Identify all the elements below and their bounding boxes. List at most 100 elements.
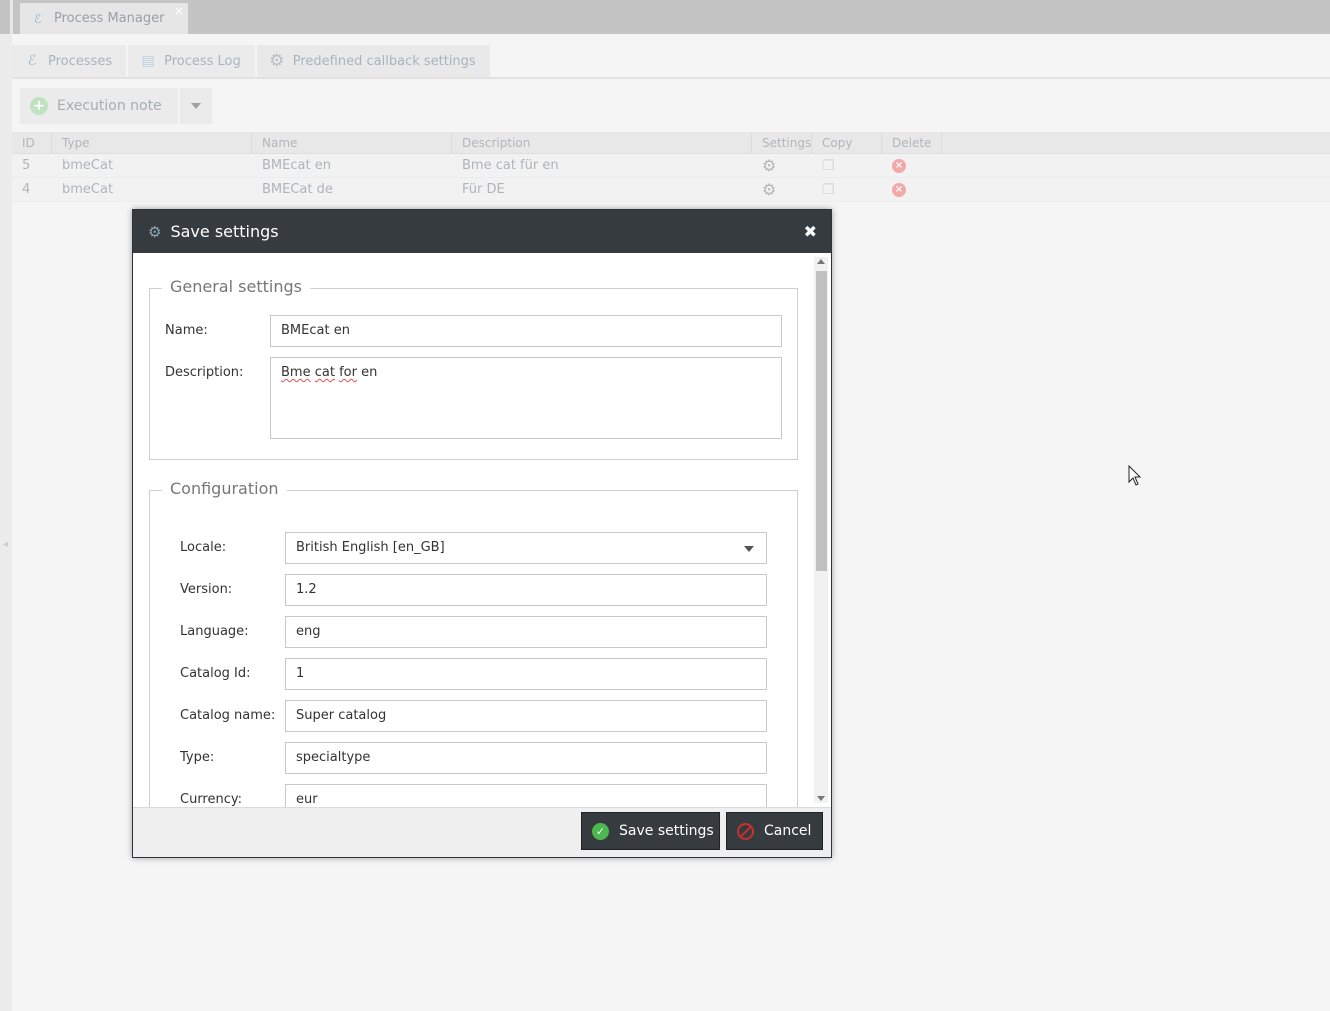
description-word: for [339,365,357,380]
configuration-fieldset: Configuration Locale: British English [e… [149,479,798,807]
language-label: Language: [180,624,249,639]
cell-copy: ❐ [812,154,882,178]
process-icon: ℰ [27,53,37,69]
cancel-label: Cancel [764,823,812,839]
fieldset-legend: General settings [162,277,310,296]
delete-icon[interactable]: × [892,159,906,173]
save-settings-label: Save settings [619,823,714,839]
type-field[interactable]: specialtype [285,742,767,774]
dialog-scrollbar[interactable] [814,257,828,803]
close-icon[interactable]: × [174,4,184,18]
chevron-down-icon [744,546,754,552]
dialog-footer: ✓ Save settings Cancel [133,807,831,857]
save-settings-button[interactable]: ✓ Save settings [581,812,720,850]
window-tab-label: Process Manager [54,11,165,26]
catalog-id-label: Catalog Id: [180,666,251,681]
tab-predefined-callback-settings[interactable]: ⚙ Predefined callback settings [256,45,490,77]
add-icon: + [30,97,48,115]
cell-type: bmeCat [62,158,114,173]
version-label: Version: [180,582,233,597]
column-header-settings[interactable]: Settings [752,132,812,154]
log-icon: ▤ [141,53,155,69]
column-header-copy[interactable]: Copy [812,132,882,154]
fieldset-legend: Configuration [162,479,287,498]
cell-name: BMEcat en [262,158,331,173]
scrollbar-thumb[interactable] [816,271,827,571]
general-settings-fieldset: General settings Name: BMEcat en Descrip… [149,277,798,460]
checkmark-icon: ✓ [592,822,609,840]
scroll-up-icon[interactable] [817,259,825,264]
tab-processes[interactable]: ℰ Processes [12,45,127,77]
chevron-down-icon [190,103,201,109]
description-word: en [361,365,378,380]
cell-description: Bme cat für en [462,158,559,173]
gear-icon[interactable]: ⚙ [762,178,776,202]
gear-icon: ⚙ [269,51,285,71]
name-label: Name: [165,323,208,338]
cancel-button[interactable]: Cancel [726,812,823,850]
callback-settings-grid: ID Type Name Description Settings Copy D… [12,132,1330,202]
catalog-name-field[interactable]: Super catalog [285,700,767,732]
save-settings-dialog: ⚙ Save settings ✖ General settings Name:… [132,209,832,858]
column-header-type[interactable]: Type [52,132,252,154]
dialog-title: Save settings [170,222,279,241]
table-row[interactable]: 4 bmeCat BMECat de Für DE ⚙ ❐ × [12,178,1330,202]
catalog-name-label: Catalog name: [180,708,276,723]
version-field[interactable]: 1.2 [285,574,767,606]
description-field[interactable]: Bme cat for en [270,357,782,439]
name-field[interactable]: BMEcat en [270,315,782,347]
close-icon[interactable]: ✖ [804,222,817,241]
description-word: Bme [281,365,311,380]
cancel-icon [737,822,754,840]
mouse-cursor-icon [1128,465,1142,486]
window-tab-strip: ℰ Process Manager × [0,0,1330,34]
tab-label: Predefined callback settings [292,53,476,69]
scroll-down-icon[interactable] [817,796,825,801]
tab-label: Process Log [164,53,241,69]
copy-icon[interactable]: ❐ [822,154,835,178]
process-icon: ℰ [34,11,42,26]
copy-icon[interactable]: ❐ [822,178,835,202]
window-tab-process-manager[interactable]: ℰ Process Manager × [20,3,188,34]
cell-id: 4 [22,182,31,197]
grid-header: ID Type Name Description Settings Copy D… [12,132,1330,154]
left-panel-handle[interactable]: ◂ [0,34,12,1011]
catalog-id-field[interactable]: 1 [285,658,767,690]
description-label: Description: [165,365,244,380]
column-header-description[interactable]: Description [452,132,752,154]
tab-label: Processes [48,53,113,69]
tab-divider [12,77,1330,79]
delete-icon[interactable]: × [892,183,906,197]
strip-edge [10,0,13,34]
cell-type: bmeCat [62,182,114,197]
language-field[interactable]: eng [285,616,767,648]
locale-label: Locale: [180,540,227,555]
type-label: Type: [180,750,215,765]
dialog-header[interactable]: ⚙ Save settings ✖ [133,210,831,253]
cell-description: Für DE [462,182,505,197]
column-header-delete[interactable]: Delete [882,132,942,154]
table-row[interactable]: 5 bmeCat BMEcat en Bme cat für en ⚙ ❐ × [12,154,1330,178]
cell-settings: ⚙ [752,154,812,178]
execution-note-label: Execution note [57,98,162,114]
locale-select[interactable]: British English [en_GB] [285,532,767,564]
column-header-id[interactable]: ID [12,132,52,154]
gear-icon[interactable]: ⚙ [762,154,776,178]
currency-field[interactable]: eur [285,784,767,807]
description-word: cat [314,365,335,380]
dialog-body: General settings Name: BMEcat en Descrip… [133,253,831,807]
tab-process-log[interactable]: ▤ Process Log [128,45,255,77]
execution-note-button[interactable]: + Execution note [20,88,178,124]
toolbar: + Execution note [20,88,212,124]
collapse-left-icon: ◂ [3,539,9,550]
currency-label: Currency: [180,792,243,807]
cell-settings: ⚙ [752,178,812,202]
cell-delete: × [882,154,942,178]
locale-value: British English [en_GB] [296,540,445,555]
cell-delete: × [882,178,942,202]
execution-note-dropdown[interactable] [179,88,212,124]
sub-tabs: ℰ Processes ▤ Process Log ⚙ Predefined c… [12,45,492,77]
gear-icon: ⚙ [148,222,162,241]
cell-copy: ❐ [812,178,882,202]
column-header-name[interactable]: Name [252,132,452,154]
